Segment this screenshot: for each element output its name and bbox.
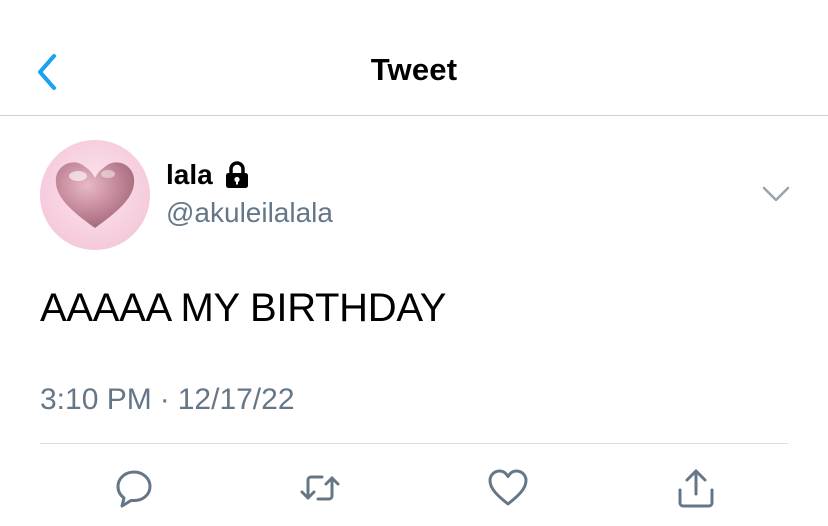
- share-icon: [678, 469, 714, 508]
- user-handle[interactable]: @akuleilalala: [166, 197, 333, 229]
- chevron-down-icon[interactable]: [760, 182, 792, 206]
- actions-divider: [40, 443, 788, 444]
- share-button[interactable]: [674, 466, 718, 510]
- reply-icon: [116, 470, 152, 508]
- heart-avatar-image: [55, 162, 135, 228]
- navbar-divider: [0, 115, 828, 116]
- meta-separator: ·: [159, 383, 170, 416]
- heart-icon: [488, 469, 528, 506]
- tweet-text: AAAAA MY BIRTHDAY: [40, 286, 447, 330]
- reply-button[interactable]: [112, 466, 156, 510]
- author-name-row: lala: [166, 156, 251, 194]
- display-name[interactable]: lala: [166, 159, 213, 191]
- retweet-icon: [300, 475, 340, 501]
- tweet-time: 3:10 PM: [40, 383, 152, 416]
- tweet-date: 12/17/22: [177, 383, 295, 416]
- top-navigation-bar: Tweet: [0, 0, 828, 116]
- retweet-button[interactable]: [298, 466, 342, 510]
- page-title: Tweet: [370, 52, 458, 87]
- avatar[interactable]: [40, 140, 150, 250]
- tweet-timestamp: 3:10 PM · 12/17/22: [40, 383, 295, 417]
- like-button[interactable]: [486, 466, 530, 510]
- tweet-actions-bar: [0, 466, 828, 510]
- lock-icon: [225, 161, 248, 188]
